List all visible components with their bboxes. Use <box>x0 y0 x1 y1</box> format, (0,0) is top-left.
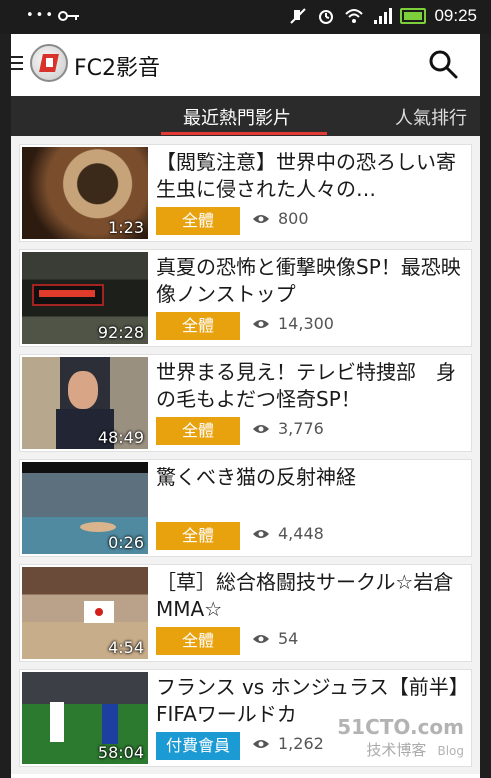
video-item[interactable]: 92:28 真夏の恐怖と衝撃映像SP！最恐映像ノンストップ 全體 14,300 <box>19 249 472 347</box>
view-count-value: 4,448 <box>278 524 324 543</box>
video-duration: 0:26 <box>108 533 144 552</box>
paid-member-badge: 付費會員 <box>156 732 240 760</box>
signal-icon <box>374 8 393 24</box>
active-tab-indicator <box>161 132 327 135</box>
eye-icon <box>253 529 269 538</box>
site-watermark: 51CTO.com 技术博客 Blog <box>337 715 464 760</box>
video-duration: 58:04 <box>97 743 144 762</box>
video-title[interactable]: 驚くべき猫の反射神経 <box>156 464 468 491</box>
clock: 09:25 <box>434 6 477 25</box>
video-thumbnail[interactable]: 58:04 <box>22 672 148 764</box>
view-count: 1,262 <box>252 734 324 753</box>
tab-recent-popular[interactable]: 最近熱門影片 <box>183 104 291 130</box>
eye-icon <box>253 214 269 223</box>
app-title: FC2影音 <box>74 56 161 81</box>
video-title[interactable]: 世界まる見え！テレビ特捜部 身の毛もよだつ怪奇SP！ <box>156 359 468 413</box>
view-count-value: 54 <box>278 629 299 648</box>
tab-bar: 最近熱門影片 人氣排行 <box>11 96 480 136</box>
status-bar: ••• 09:25 <box>0 0 491 34</box>
view-count-value: 14,300 <box>278 314 334 333</box>
video-item[interactable]: 1:23 【閲覧注意】世界中の恐ろしい寄生虫に侵された人々の… 全體 800 <box>19 144 472 242</box>
video-item[interactable]: 4:54 ［草］総合格闘技サークル☆岩倉MMA☆ 全體 54 <box>19 564 472 662</box>
eye-icon <box>253 319 269 328</box>
eye-icon <box>253 424 269 433</box>
video-duration: 4:54 <box>108 638 144 657</box>
status-icons: 09:25 <box>288 6 477 26</box>
view-count: 14,300 <box>252 314 334 333</box>
alarm-icon <box>319 10 334 24</box>
video-duration: 48:49 <box>97 428 144 447</box>
wifi-icon <box>345 9 364 23</box>
eye-icon <box>253 634 269 643</box>
view-count: 4,448 <box>252 524 324 543</box>
tab-popularity-ranking[interactable]: 人氣排行 <box>395 104 467 130</box>
video-item[interactable]: 48:49 世界まる見え！テレビ特捜部 身の毛もよだつ怪奇SP！ 全體 3,77… <box>19 354 472 452</box>
view-count: 3,776 <box>252 419 324 438</box>
rating-badge: 全體 <box>156 417 240 445</box>
watermark-subtitle: 技术博客 <box>366 741 427 759</box>
video-item[interactable]: 0:26 驚くべき猫の反射神経 全體 4,448 <box>19 459 472 557</box>
mute-icon <box>290 8 307 24</box>
view-count-value: 3,776 <box>278 419 324 438</box>
video-list: 1:23 【閲覧注意】世界中の恐ろしい寄生虫に侵された人々の… 全體 800 9… <box>11 136 480 774</box>
video-title[interactable]: ［草］総合格闘技サークル☆岩倉MMA☆ <box>156 569 468 623</box>
rating-badge: 全體 <box>156 312 240 340</box>
battery-icon <box>400 8 427 24</box>
video-thumbnail[interactable]: 92:28 <box>22 252 148 344</box>
search-icon[interactable] <box>427 48 459 80</box>
watermark-logo: 51CTO.com <box>337 715 464 739</box>
view-count-value: 800 <box>278 209 309 228</box>
video-thumbnail[interactable]: 48:49 <box>22 357 148 449</box>
video-thumbnail[interactable]: 4:54 <box>22 567 148 659</box>
video-thumbnail[interactable]: 0:26 <box>22 462 148 554</box>
video-title[interactable]: 真夏の恐怖と衝撃映像SP！最恐映像ノンストップ <box>156 254 468 308</box>
fc2-logo <box>30 44 68 82</box>
key-icon <box>58 11 79 21</box>
video-thumbnail[interactable]: 1:23 <box>22 147 148 239</box>
rating-badge: 全體 <box>156 207 240 235</box>
app-header: FC2影音 <box>11 34 480 96</box>
watermark-blog: Blog <box>437 744 464 758</box>
view-count: 54 <box>252 629 298 648</box>
video-duration: 92:28 <box>97 323 144 342</box>
notification-dots: ••• <box>26 8 56 23</box>
rating-badge: 全體 <box>156 522 240 550</box>
video-duration: 1:23 <box>108 218 144 237</box>
video-title[interactable]: 【閲覧注意】世界中の恐ろしい寄生虫に侵された人々の… <box>156 149 468 203</box>
menu-icon[interactable] <box>11 56 23 72</box>
rating-badge: 全體 <box>156 627 240 655</box>
view-count: 800 <box>252 209 309 228</box>
view-count-value: 1,262 <box>278 734 324 753</box>
app-window: FC2影音 最近熱門影片 人氣排行 1:23 【閲覧注意】世界中の恐ろしい寄生虫… <box>11 34 480 778</box>
eye-icon <box>253 739 269 748</box>
